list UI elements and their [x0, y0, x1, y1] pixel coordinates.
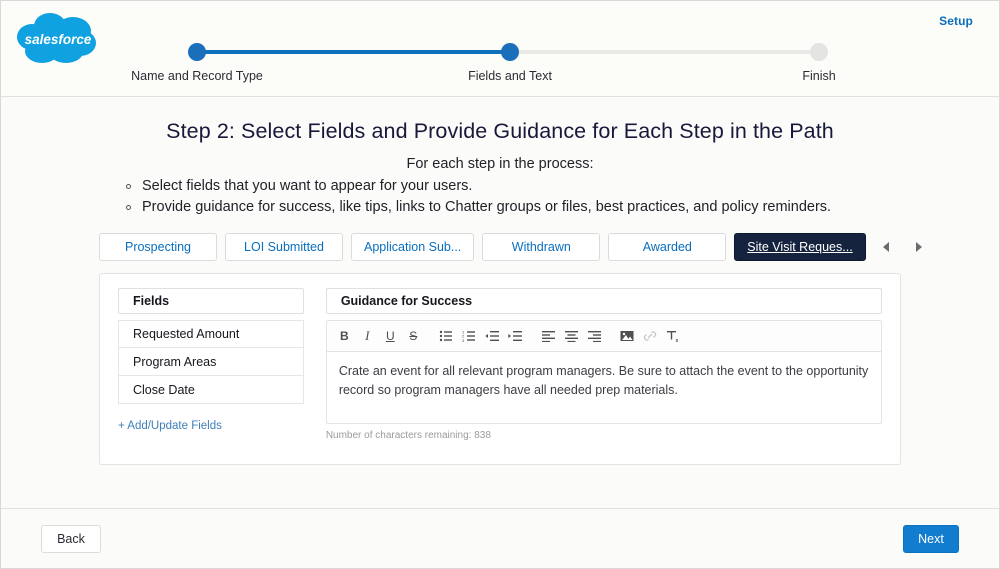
caret-right-icon[interactable] [908, 235, 930, 259]
bold-icon[interactable]: B [333, 325, 356, 348]
tab-prospecting[interactable]: Prospecting [99, 233, 217, 261]
list-item-label: Select fields that you want to appear fo… [142, 178, 473, 194]
svg-text:x: x [675, 338, 678, 343]
svg-text:3: 3 [462, 338, 465, 342]
main-content: Step 2: Select Fields and Provide Guidan… [1, 97, 999, 508]
intro-text: For each step in the process: [406, 156, 594, 172]
list-item: Provide guidance for success, like tips,… [120, 197, 880, 217]
tab-awarded[interactable]: Awarded [608, 233, 727, 261]
page-title: Step 2: Select Fields and Provide Guidan… [166, 119, 834, 143]
back-button[interactable]: Back [41, 524, 101, 553]
link-icon [639, 325, 662, 348]
list-item[interactable]: Program Areas [118, 348, 304, 376]
indent-increase-icon[interactable] [504, 325, 527, 348]
tab-withdrawn[interactable]: Withdrawn [482, 233, 601, 261]
caret-left-icon[interactable] [876, 235, 898, 259]
fields-panel-header: Fields [118, 288, 304, 314]
tab-application-submitted[interactable]: Application Sub... [351, 233, 475, 261]
add-update-fields-link[interactable]: + Add/Update Fields [118, 420, 222, 432]
setup-wizard-page: salesforce Setup Name and Record Type Fi… [0, 0, 1000, 569]
tab-site-visit-requested[interactable]: Site Visit Reques... [734, 233, 866, 261]
instruction-list: Select fields that you want to appear fo… [120, 176, 880, 217]
guidance-text-editor[interactable]: Crate an event for all relevant program … [325, 352, 882, 424]
remove-formatting-icon[interactable]: x [662, 325, 685, 348]
fields-column: Fields Requested Amount Program Areas Cl… [118, 288, 304, 450]
list-item[interactable]: Close Date [118, 376, 304, 404]
bulleted-list-icon[interactable] [435, 325, 458, 348]
list-item: Select fields that you want to appear fo… [120, 176, 880, 196]
next-button[interactable]: Next [903, 524, 959, 553]
salesforce-logo: salesforce [16, 10, 100, 67]
guidance-column: Guidance for Success B I U S 1 2 3 x Cra… [325, 288, 882, 450]
bullet-marker-icon [126, 205, 131, 210]
numbered-list-icon[interactable]: 1 2 3 [458, 325, 481, 348]
path-step-tabs: Prospecting LOI Submitted Application Su… [99, 233, 999, 261]
rte-group-align [537, 325, 606, 348]
salesforce-wordmark: salesforce [25, 32, 92, 47]
wizard-progress-indicator: Name and Record Type Fields and Text Fin… [131, 43, 836, 83]
character-count-label: Number of characters remaining: 838 [325, 430, 491, 441]
step-editor-card: Fields Requested Amount Program Areas Cl… [99, 273, 901, 465]
align-left-icon[interactable] [537, 325, 560, 348]
align-right-icon[interactable] [583, 325, 606, 348]
progress-label-step1: Name and Record Type [131, 69, 263, 83]
rte-group-lists: 1 2 3 [435, 325, 527, 348]
align-center-icon[interactable] [560, 325, 583, 348]
strikethrough-icon[interactable]: S [402, 325, 425, 348]
list-item-label: Provide guidance for success, like tips,… [142, 199, 832, 215]
setup-link[interactable]: Setup [939, 14, 973, 28]
guidance-panel-header: Guidance for Success [325, 288, 882, 314]
progress-label-step2: Fields and Text [468, 69, 552, 83]
list-item[interactable]: Requested Amount [118, 320, 304, 348]
progress-label-step3: Finish [802, 69, 836, 83]
underline-icon[interactable]: U [379, 325, 402, 348]
progress-track-fill [197, 50, 510, 54]
rich-text-toolbar: B I U S 1 2 3 x [325, 320, 882, 352]
progress-node-step3[interactable] [810, 43, 828, 61]
page-header: salesforce Setup Name and Record Type Fi… [1, 1, 999, 97]
progress-node-step2[interactable] [501, 43, 519, 61]
image-icon[interactable] [616, 325, 639, 348]
italic-icon[interactable]: I [356, 325, 379, 348]
rte-group-style: B I U S [333, 325, 425, 348]
fields-list: Requested Amount Program Areas Close Dat… [118, 320, 304, 404]
progress-node-step1[interactable] [188, 43, 206, 61]
tab-loi-submitted[interactable]: LOI Submitted [225, 233, 343, 261]
rte-group-insert: x [616, 325, 685, 348]
wizard-footer: Back Next [1, 508, 999, 568]
bullet-marker-icon [126, 184, 131, 189]
indent-decrease-icon[interactable] [481, 325, 504, 348]
